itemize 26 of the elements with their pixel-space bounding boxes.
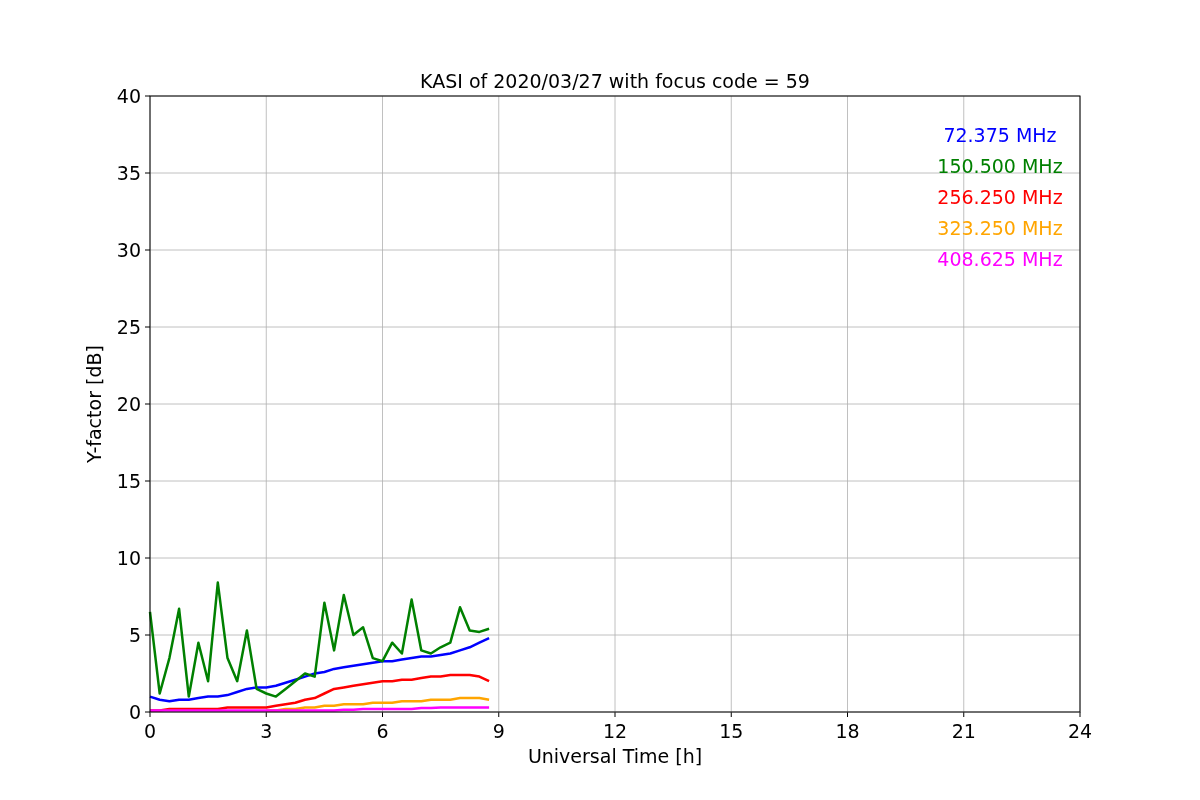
tick-label: 6 — [376, 720, 389, 742]
legend-label: 150.500 MHz — [937, 155, 1063, 177]
tick-label: 0 — [128, 701, 141, 723]
chart-title: KASI of 2020/03/27 with focus code = 59 — [420, 70, 810, 92]
tick-label: 40 — [116, 85, 141, 107]
tick-label: 15 — [116, 470, 141, 492]
axis-label: Universal Time [h] — [527, 745, 703, 767]
legend-label: 256.250 MHz — [937, 186, 1063, 208]
tick-label: 20 — [116, 393, 141, 415]
tick-label: 24 — [1067, 720, 1093, 742]
tick-label: 12 — [602, 720, 628, 742]
legend-label: 408.625 MHz — [937, 248, 1063, 270]
legend-label: 323.250 MHz — [937, 217, 1063, 239]
tick-label: 0 — [143, 720, 157, 742]
tick-label: 30 — [116, 239, 141, 261]
tick-label: 10 — [116, 547, 141, 569]
tick-label: 3 — [260, 720, 273, 742]
tick-label: 5 — [128, 624, 141, 646]
legend-label: 72.375 MHz — [943, 124, 1057, 146]
tick-label: 15 — [719, 720, 744, 742]
tick-label: 18 — [835, 720, 860, 742]
tick-label: 9 — [492, 720, 505, 742]
tick-label: 25 — [116, 316, 141, 338]
tick-label: 35 — [116, 162, 141, 184]
tick-label: 21 — [951, 720, 976, 742]
axis-label: Y-factor [dB] — [83, 345, 105, 463]
